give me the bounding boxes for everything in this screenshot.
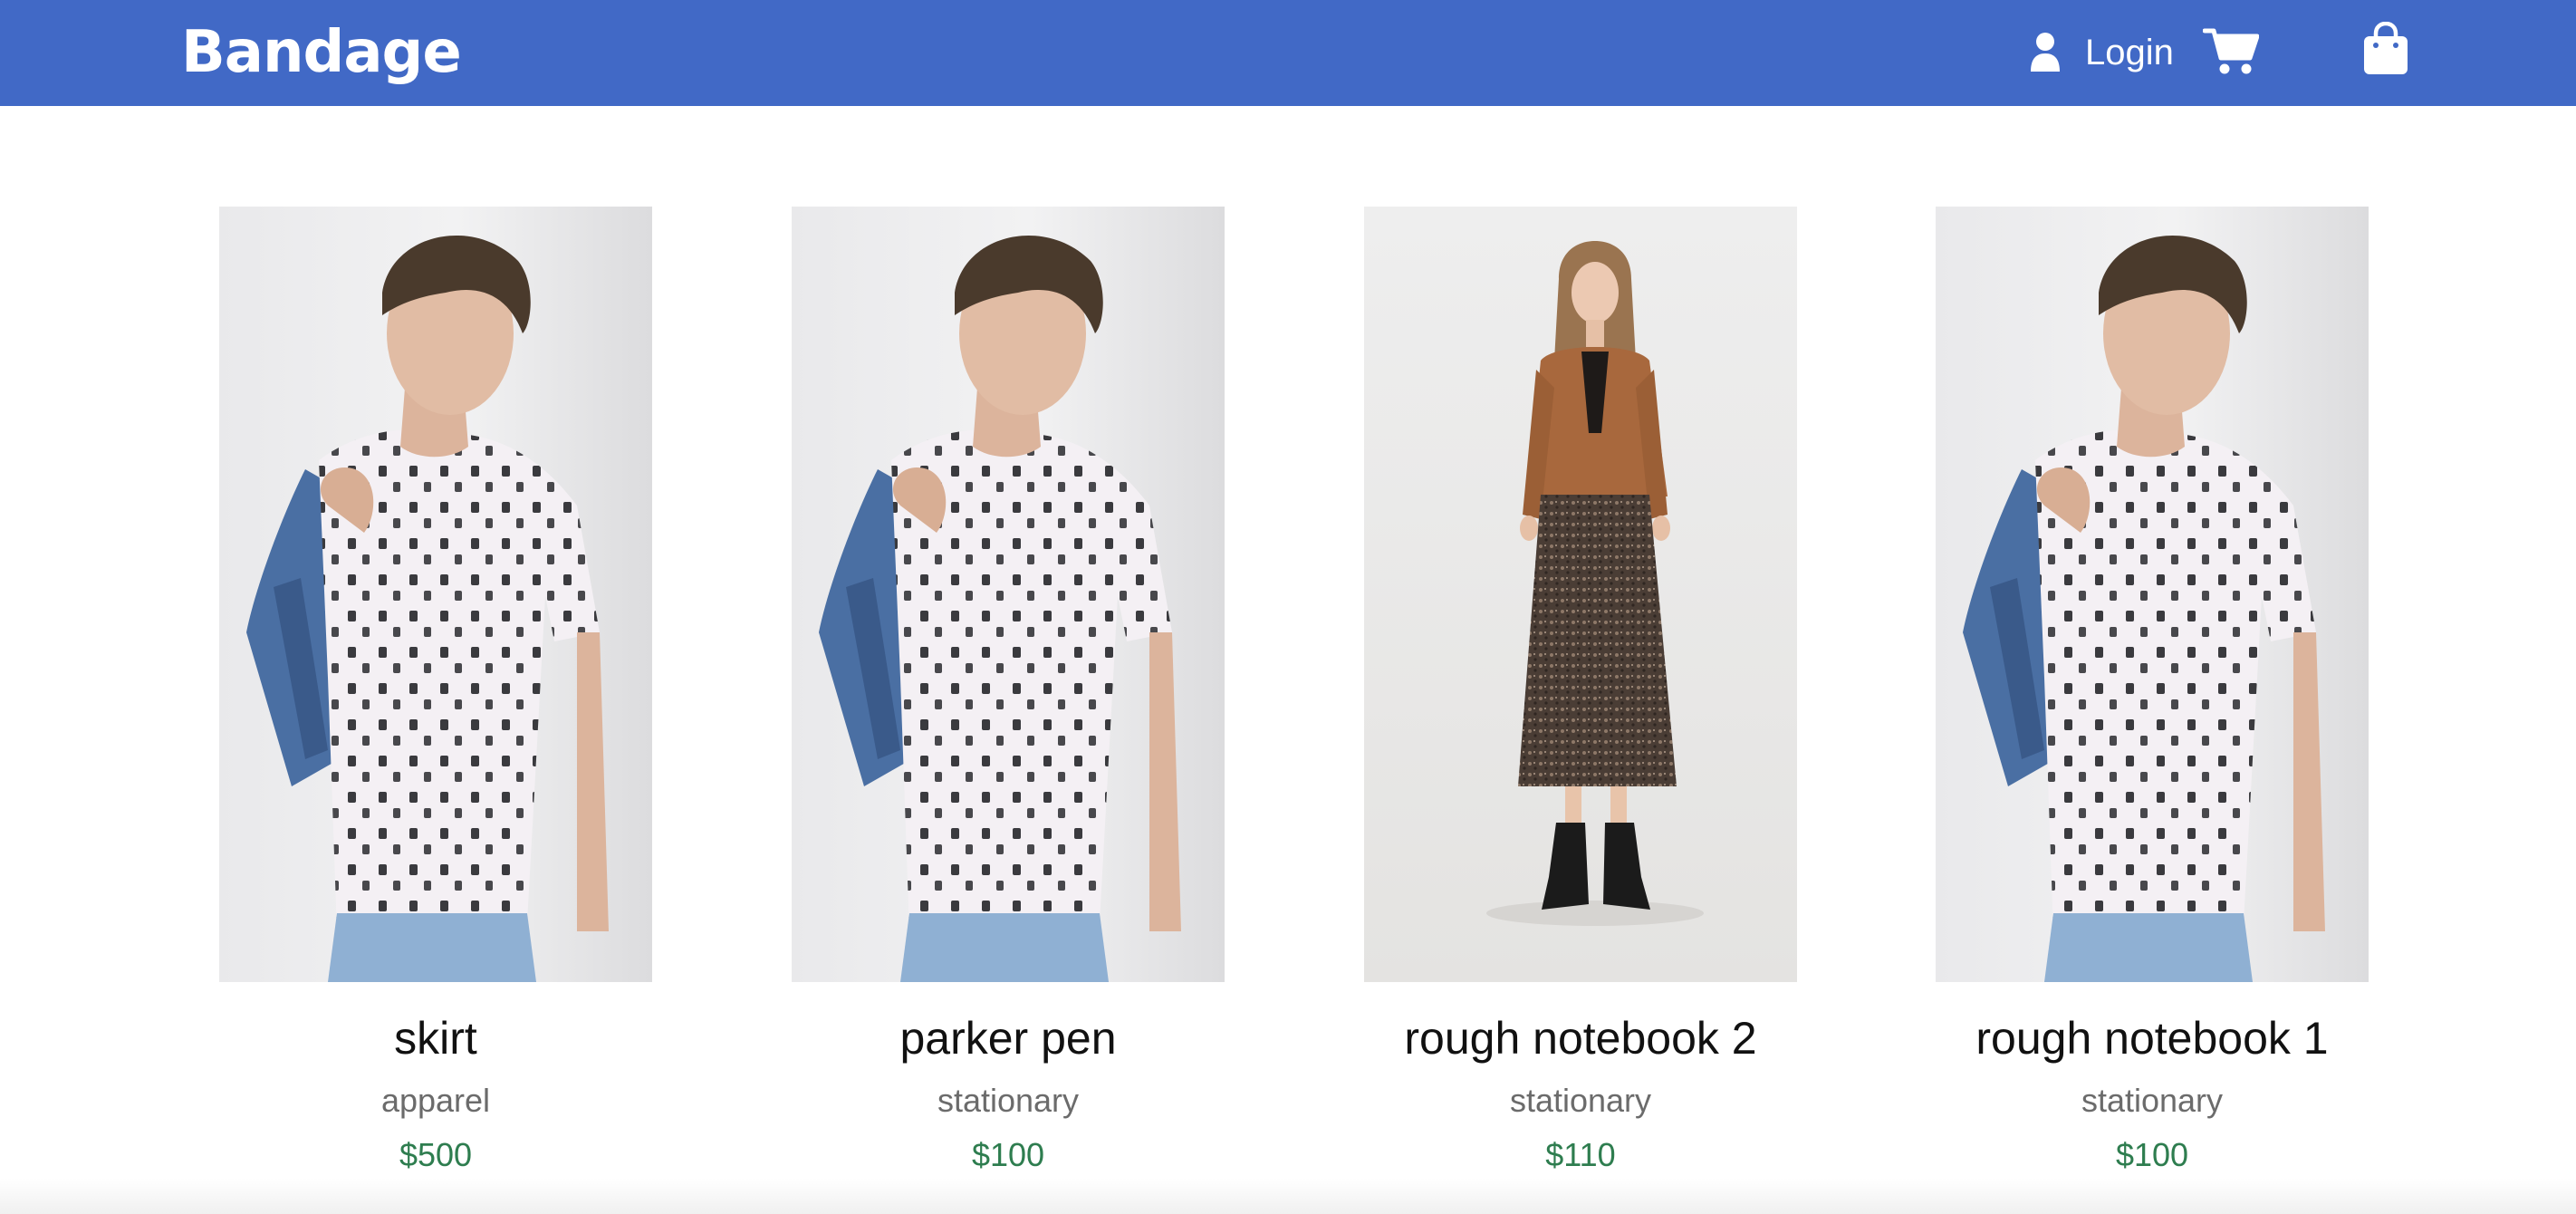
product-name[interactable]: rough notebook 2: [1364, 1009, 1797, 1067]
product-card[interactable]: skirt apparel $500: [219, 207, 652, 1176]
bottom-fade: [0, 1178, 2576, 1214]
product-card[interactable]: parker pen stationary $100: [792, 207, 1225, 1176]
product-category: stationary: [1509, 1082, 1652, 1119]
product-price: $110: [1545, 1136, 1616, 1173]
product-name[interactable]: rough notebook 1: [1936, 1009, 2369, 1067]
brand-logo[interactable]: Bandage: [181, 14, 462, 91]
shopping-cart-icon: [2202, 28, 2260, 74]
product-image[interactable]: [1364, 207, 1797, 982]
shopping-bag-icon: [2364, 21, 2408, 74]
user-icon: [2031, 33, 2060, 72]
bag-button[interactable]: [2362, 21, 2409, 76]
product-price: $100: [971, 1136, 1045, 1173]
product-image[interactable]: [1936, 207, 2369, 982]
product-name[interactable]: parker pen: [792, 1009, 1225, 1067]
product-card[interactable]: rough notebook 2 stationary $110: [1364, 207, 1797, 1176]
product-category: apparel: [380, 1082, 491, 1119]
cart-button[interactable]: [2202, 25, 2260, 76]
product-image[interactable]: [219, 207, 652, 982]
product-image[interactable]: [792, 207, 1225, 982]
product-card[interactable]: rough notebook 1 stationary $100: [1936, 207, 2369, 1176]
product-price: $500: [399, 1136, 473, 1173]
product-category: stationary: [2081, 1082, 2224, 1119]
product-name[interactable]: skirt: [219, 1009, 652, 1067]
login-label: Login: [2085, 32, 2174, 72]
top-navbar: Bandage Login: [0, 0, 2576, 106]
product-category: stationary: [937, 1082, 1080, 1119]
login-link[interactable]: Login: [2029, 24, 2174, 82]
product-price: $100: [2115, 1136, 2189, 1173]
